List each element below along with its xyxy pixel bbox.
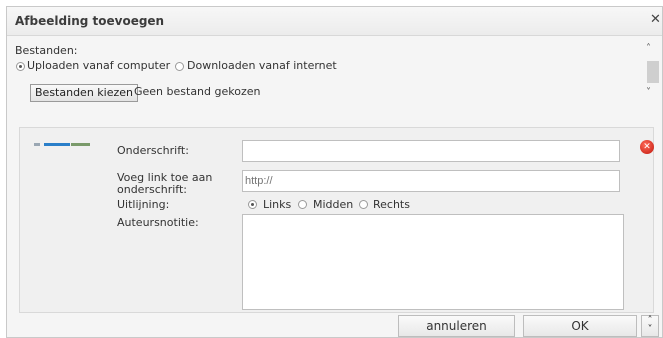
author-note-textarea[interactable] <box>242 214 624 310</box>
radio-align-right[interactable] <box>359 200 368 209</box>
add-image-dialog: Afbeelding toevoegen ✕ Bestanden: Upload… <box>6 6 663 338</box>
author-note-label: Auteursnotitie: <box>117 216 199 229</box>
radio-download-internet[interactable] <box>175 62 184 71</box>
scroll-stepper-icon[interactable]: ˄ ˅ <box>641 315 659 337</box>
link-input[interactable] <box>242 170 620 192</box>
upload-section: Bestanden: Uploaden vanaf computer Downl… <box>7 37 662 117</box>
dialog-titlebar: Afbeelding toevoegen ✕ <box>7 7 662 36</box>
image-thumbnail <box>34 143 90 146</box>
link-label-line2: onderschrift: <box>117 183 188 196</box>
scroll-down-icon[interactable]: ˅ <box>646 87 651 98</box>
close-icon[interactable]: ✕ <box>650 11 663 29</box>
align-center-label[interactable]: Midden <box>313 198 353 211</box>
cancel-button[interactable]: annuleren <box>398 315 515 337</box>
radio-upload-computer[interactable] <box>16 62 25 71</box>
radio-align-left[interactable] <box>248 200 257 209</box>
ok-button[interactable]: OK <box>523 315 637 337</box>
scroll-up-icon[interactable]: ˄ <box>646 43 651 54</box>
choose-files-button[interactable]: Bestanden kiezen <box>30 84 138 102</box>
align-left-label[interactable]: Links <box>263 198 291 211</box>
caption-label: Onderschrift: <box>117 144 189 157</box>
upload-computer-label[interactable]: Uploaden vanaf computer <box>27 59 170 72</box>
no-file-chosen-text: Geen bestand gekozen <box>134 85 261 98</box>
scrollbar[interactable]: ˄ ˅ <box>645 43 659 101</box>
remove-image-icon[interactable]: ✕ <box>640 140 654 154</box>
files-label: Bestanden: <box>15 44 78 57</box>
dialog-title: Afbeelding toevoegen <box>15 14 165 28</box>
radio-align-center[interactable] <box>298 200 307 209</box>
download-internet-label[interactable]: Downloaden vanaf internet <box>187 59 337 72</box>
scrollbar-thumb[interactable] <box>647 61 659 83</box>
caption-input[interactable] <box>242 140 620 162</box>
align-right-label[interactable]: Rechts <box>373 198 410 211</box>
alignment-label: Uitlijning: <box>117 198 170 211</box>
image-entry-panel: Onderschrift: Voeg link toe aan ondersch… <box>19 127 654 313</box>
